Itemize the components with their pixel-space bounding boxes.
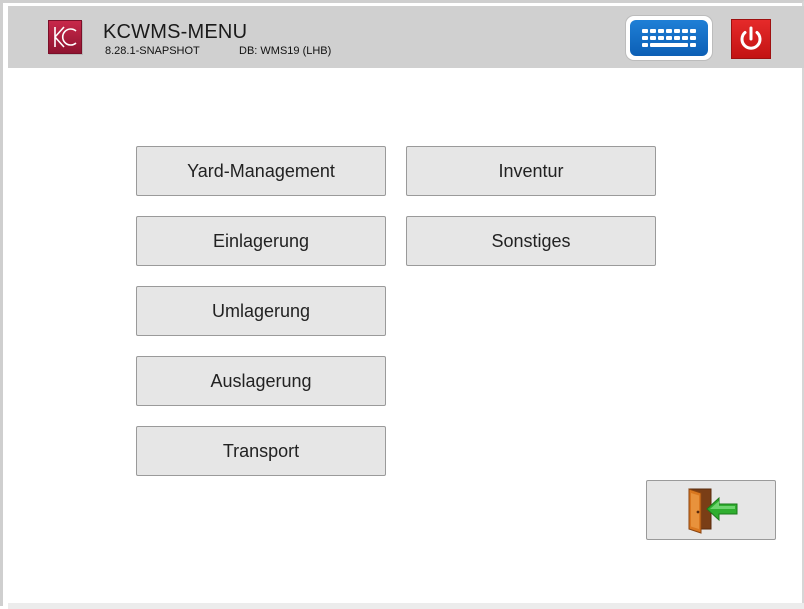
auslagerung-label: Auslagerung xyxy=(210,370,312,391)
app-window: KCWMS-MENU 8.28.1-SNAPSHOT DB: WMS19 (LH… xyxy=(0,0,804,609)
kc-logo xyxy=(48,20,82,54)
inventur-label: Inventur xyxy=(498,160,564,181)
app-version: 8.28.1-SNAPSHOT xyxy=(105,45,200,57)
sonstiges-button[interactable]: Sonstiges xyxy=(406,216,656,266)
transport-label: Transport xyxy=(222,440,300,461)
umlagerung-label: Umlagerung xyxy=(211,300,311,321)
sonstiges-label: Sonstiges xyxy=(491,230,571,251)
einlagerung-button[interactable]: Einlagerung xyxy=(136,216,386,266)
keyboard-icon xyxy=(630,20,708,56)
database-info: DB: WMS19 (LHB) xyxy=(239,45,332,57)
inventur-button[interactable]: Inventur xyxy=(406,146,656,196)
yard-management-label: Yard-Management xyxy=(187,160,335,181)
umlagerung-button[interactable]: Umlagerung xyxy=(136,286,386,336)
kc-logo-icon xyxy=(54,26,77,48)
app-title: KCWMS-MENU xyxy=(103,21,248,43)
exit-door-icon xyxy=(688,488,738,534)
power-button[interactable] xyxy=(731,19,771,59)
header-bar: KCWMS-MENU 8.28.1-SNAPSHOT DB: WMS19 (LH… xyxy=(8,6,804,68)
keyboard-button[interactable] xyxy=(626,16,712,60)
footer-strip xyxy=(8,603,804,609)
einlagerung-label: Einlagerung xyxy=(212,230,310,251)
yard-management-button[interactable]: Yard-Management xyxy=(136,146,386,196)
power-icon xyxy=(740,26,762,50)
transport-button[interactable]: Transport xyxy=(136,426,386,476)
exit-button[interactable] xyxy=(646,480,776,540)
auslagerung-button[interactable]: Auslagerung xyxy=(136,356,386,406)
